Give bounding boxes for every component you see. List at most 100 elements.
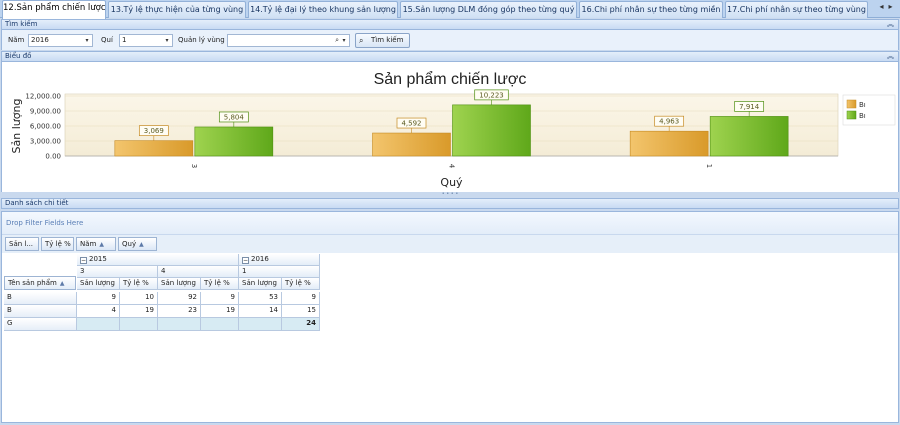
- tab-san-pham-chien-luoc[interactable]: 12.Sản phẩm chiến lược: [2, 0, 106, 19]
- sort-asc-icon: ▲: [139, 241, 144, 248]
- data-label: 4,963: [659, 118, 679, 126]
- legend-swatch: [846, 110, 857, 120]
- data-cell[interactable]: 92: [158, 292, 201, 305]
- sort-asc-icon: ▲: [99, 241, 104, 248]
- measure-header: Tỷ lệ %: [282, 278, 320, 290]
- data-label: 10,223: [479, 91, 504, 99]
- region-combo[interactable]: ⌕ ▾: [227, 34, 350, 47]
- quarter-combo[interactable]: 1 ▾: [119, 34, 173, 47]
- tab-ty-le-thuc-hien-vung[interactable]: 13.Tỷ lệ thực hiện của từng vùng: [108, 1, 246, 18]
- bar: [629, 130, 709, 157]
- bar-chart: Sản phẩm chiến lược 0.00 3,000.00 6,000.00 9…: [10, 70, 896, 189]
- tab-ty-le-dai-ly[interactable]: 14.Tỷ lệ đại lý theo khung sản lượng: [248, 1, 398, 18]
- x-tick-label: 3: [190, 164, 198, 168]
- x-tick-label: 1: [705, 164, 713, 168]
- data-label: 4,592: [401, 120, 421, 128]
- data-cell[interactable]: 19: [201, 305, 239, 318]
- tab-prev-icon[interactable]: ◂: [877, 2, 886, 11]
- data-label: 7,914: [739, 103, 760, 111]
- y-tick-label: 3,000.00: [30, 138, 61, 146]
- chart-group-header: Biểu đồ ︽: [1, 51, 899, 62]
- grand-total-cell[interactable]: [120, 318, 158, 331]
- tab-san-luong-dlm[interactable]: 15.Sản lượng DLM đóng góp theo từng quý: [400, 1, 577, 18]
- data-cell[interactable]: 9: [201, 292, 239, 305]
- collapse-minus-icon[interactable]: −: [242, 257, 249, 264]
- data-cell[interactable]: 15: [282, 305, 320, 318]
- tab-chi-phi-vung[interactable]: 17.Chi phí nhân sự theo từng vùng: [725, 1, 868, 18]
- pivot-grid: Drop Filter Fields Here Sản l... Tỷ lệ %…: [1, 211, 899, 423]
- splitter-grip[interactable]: • • • •: [1, 192, 899, 197]
- x-tick-label: 4: [448, 164, 456, 169]
- quarter-header: 4: [158, 266, 239, 278]
- search-group-header: Tìm kiếm ︽: [1, 19, 899, 30]
- data-cell[interactable]: 23: [158, 305, 201, 318]
- collapse-minus-icon[interactable]: −: [80, 257, 87, 264]
- tab-next-icon[interactable]: ▸: [886, 2, 895, 11]
- details-group-title: Danh sách chi tiết: [5, 199, 69, 207]
- search-button[interactable]: ⌕ Tìm kiếm: [355, 33, 410, 48]
- bar: [372, 132, 451, 157]
- quarter-header: 3: [77, 266, 158, 278]
- data-cell[interactable]: 53: [239, 292, 282, 305]
- legend-swatch: [846, 99, 857, 109]
- tab-scroll-buttons: ◂ ▸: [877, 2, 897, 16]
- filter-drop-area[interactable]: Drop Filter Fields Here: [2, 212, 898, 235]
- y-tick-label: 0.00: [45, 153, 61, 161]
- grand-total-cell[interactable]: [77, 318, 120, 331]
- data-cell[interactable]: 9: [77, 292, 120, 305]
- measure-header: Tỷ lệ %: [120, 278, 158, 290]
- search-panel: Năm 2016 ▾ Quí 1 ▾ Quản lý vùng ⌕ ▾ ⌕ Tì…: [1, 30, 899, 50]
- data-cell[interactable]: 14: [239, 305, 282, 318]
- data-cell[interactable]: 4: [77, 305, 120, 318]
- chart-title: Sản phẩm chiến lược: [374, 70, 527, 88]
- tab-chi-phi-mien[interactable]: 16.Chi phí nhân sự theo từng miền: [579, 1, 723, 18]
- row-header[interactable]: G: [4, 318, 77, 331]
- y-axis-label: Sản lượng: [10, 99, 23, 154]
- magnifier-icon: ⌕: [359, 36, 364, 45]
- quarter-header: 1: [239, 266, 320, 278]
- row-header[interactable]: B: [4, 305, 77, 318]
- legend-label: Bı: [859, 112, 866, 120]
- field-header-area: Sản l... Tỷ lệ % Năm ▲ Quý ▲: [2, 235, 898, 253]
- details-group-header: Danh sách chi tiết: [1, 198, 899, 209]
- data-label: 5,804: [224, 113, 245, 121]
- collapse-chevron-icon[interactable]: ︽: [887, 52, 894, 61]
- collapse-chevron-icon[interactable]: ︽: [887, 20, 894, 29]
- bar: [114, 140, 194, 157]
- bar: [452, 104, 531, 157]
- bar: [709, 116, 789, 157]
- y-tick-label: 9,000.00: [30, 108, 61, 116]
- data-cell[interactable]: 10: [120, 292, 158, 305]
- legend-box: [842, 94, 896, 126]
- grand-total-cell[interactable]: [158, 318, 201, 331]
- x-axis-label: Quý: [440, 176, 463, 189]
- grand-total-cell[interactable]: 24: [282, 318, 320, 331]
- bar: [194, 126, 274, 157]
- field-ty-le[interactable]: Tỷ lệ %: [41, 237, 74, 251]
- y-tick-label: 6,000.00: [30, 123, 61, 131]
- measure-header: Sản lượng: [239, 278, 282, 290]
- year-value: 2016: [31, 36, 49, 44]
- row-header[interactable]: B: [4, 292, 77, 305]
- data-cell[interactable]: 19: [120, 305, 158, 318]
- year-header-2015[interactable]: −2015: [77, 254, 239, 266]
- dropdown-arrow-icon[interactable]: ▾: [83, 35, 91, 46]
- quarter-label: Quí: [101, 36, 113, 44]
- grand-total-cell[interactable]: [239, 318, 282, 331]
- field-quy[interactable]: Quý ▲: [118, 237, 157, 251]
- y-tick-label: 12,000.00: [25, 93, 61, 101]
- legend-label: Bı: [859, 101, 866, 109]
- field-nam[interactable]: Năm ▲: [76, 237, 116, 251]
- year-header-2016[interactable]: −2016: [239, 254, 320, 266]
- dropdown-arrow-icon[interactable]: ▾: [163, 35, 171, 46]
- quarter-value: 1: [122, 36, 127, 44]
- year-label: Năm: [8, 36, 25, 44]
- data-label: 3,069: [144, 127, 164, 135]
- grand-total-cell[interactable]: [201, 318, 239, 331]
- row-field-ten-san-pham[interactable]: Tên sản phẩm ▲: [4, 276, 76, 290]
- data-cell[interactable]: 9: [282, 292, 320, 305]
- search-icon[interactable]: ⌕: [335, 35, 339, 46]
- field-san-luong[interactable]: Sản l...: [5, 237, 39, 251]
- year-combo[interactable]: 2016 ▾: [28, 34, 93, 47]
- dropdown-arrow-icon[interactable]: ▾: [340, 35, 348, 46]
